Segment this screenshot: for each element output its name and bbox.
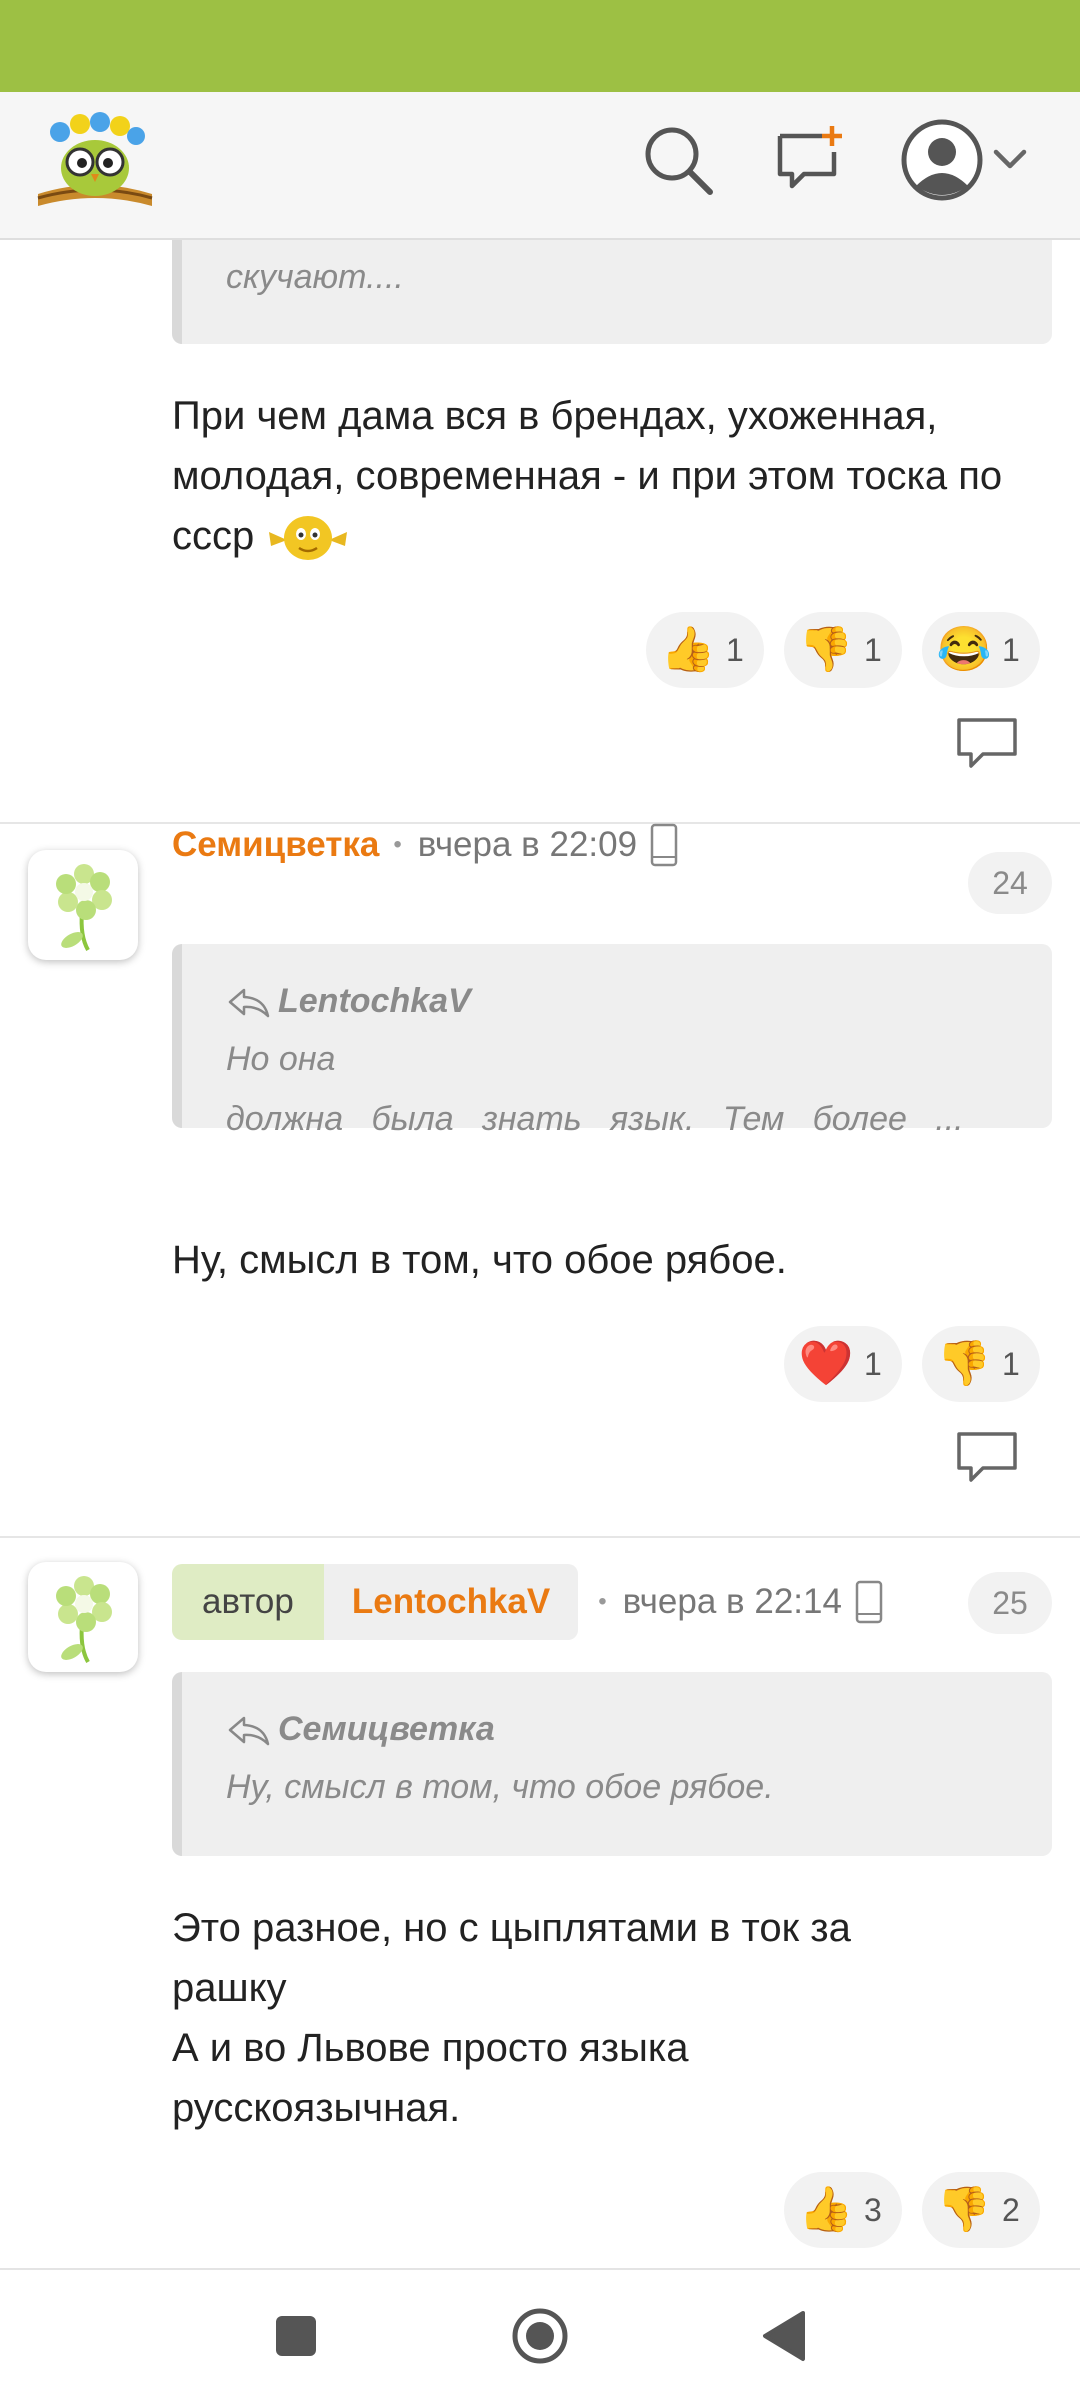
quote-author-name[interactable]: LentochkaV xyxy=(278,982,471,1020)
quote-author-name[interactable]: Семицветка xyxy=(278,1710,495,1748)
comment-number-badge[interactable]: 24 xyxy=(968,852,1052,914)
reaction-like[interactable]: 👍 3 xyxy=(784,2172,902,2248)
quote-block: скучают.... xyxy=(172,240,1052,344)
laughing-face-icon: 😂 xyxy=(936,625,992,674)
avatar[interactable] xyxy=(28,850,138,960)
reaction-heart[interactable]: ❤️ 1 xyxy=(784,1326,902,1402)
reaction-laugh[interactable]: 😂 1 xyxy=(922,612,1040,688)
comment-text-line: А и во Львове просто языка xyxy=(172,2026,689,2070)
reaction-count: 2 xyxy=(1002,2191,1020,2228)
reaction-dislike[interactable]: 👎 2 xyxy=(922,2172,1040,2248)
comment-text-line: Это разное, но с цыплятами в ток за xyxy=(172,1906,851,1950)
divider xyxy=(0,1536,1080,1538)
comment-number-badge[interactable]: 25 xyxy=(968,1572,1052,1634)
comments-feed: скучают.... При чем дама вся в брендах, … xyxy=(0,240,1080,2268)
home-circle-icon[interactable] xyxy=(500,2296,580,2376)
author-label: автор xyxy=(172,1564,324,1640)
timestamp: вчера в 22:14 xyxy=(622,1582,842,1621)
quote-line: Ну, смысл в том, что обое рябое. xyxy=(226,1768,774,1806)
top-bar xyxy=(0,92,1080,240)
reply-arrow-icon xyxy=(226,1714,272,1748)
reaction-dislike[interactable]: 👎 1 xyxy=(784,612,902,688)
user-avatar-icon[interactable] xyxy=(900,118,984,202)
reaction-count: 1 xyxy=(726,631,744,668)
avatar[interactable] xyxy=(28,1562,138,1672)
owl-book-logo[interactable] xyxy=(30,106,160,216)
reaction-count: 1 xyxy=(1002,631,1020,668)
smiley-sticker-icon xyxy=(265,510,351,566)
comment-text: Ну, смысл в том, что обое рябое. xyxy=(172,1238,787,1282)
reaction-count: 1 xyxy=(1002,1345,1020,1382)
quote-author: LentochkaV xyxy=(226,982,471,1021)
mobile-phone-icon xyxy=(649,823,679,867)
separator-dot: • xyxy=(393,831,402,858)
quote-line: должна была знать язык. Тем более ... xyxy=(226,1100,964,1138)
comment-meta: автор LentochkaV • вчера в 22:14 xyxy=(172,1564,884,1640)
quote-line: Но она xyxy=(226,1040,336,1078)
chevron-down-icon[interactable] xyxy=(990,140,1030,180)
comment-text-line: рашку xyxy=(172,1966,287,2010)
status-bar xyxy=(0,0,1080,92)
thumbs-up-icon: 👍 xyxy=(660,625,716,674)
mobile-phone-icon xyxy=(854,1580,884,1624)
author-tag: автор LentochkaV xyxy=(172,1564,579,1640)
reply-comment-icon[interactable] xyxy=(955,716,1019,772)
thumbs-down-icon: 👎 xyxy=(936,2185,992,2234)
square-icon[interactable] xyxy=(256,2296,336,2376)
reply-comment-icon[interactable] xyxy=(955,1430,1019,1486)
reaction-like[interactable]: 👍 1 xyxy=(646,612,764,688)
quote-block: LentochkaV Но она должна была знать язык… xyxy=(172,944,1052,1138)
reply-arrow-icon xyxy=(226,986,272,1020)
username[interactable]: Семицветка xyxy=(172,825,379,865)
separator-dot: • xyxy=(598,1588,607,1615)
reaction-dislike[interactable]: 👎 1 xyxy=(922,1326,1040,1402)
back-triangle-icon[interactable] xyxy=(744,2296,824,2376)
comment-text: Это разное, но с цыплятами в ток за рашк… xyxy=(172,1898,1052,2138)
thumbs-down-icon: 👎 xyxy=(936,1339,992,1388)
comment-meta: Семицветка • вчера в 22:09 xyxy=(172,807,679,883)
new-post-icon[interactable] xyxy=(772,122,848,198)
comment-text-line: русскоязычная. xyxy=(172,2086,461,2130)
reaction-count: 1 xyxy=(864,1345,882,1382)
reaction-count: 3 xyxy=(864,2191,882,2228)
comment-text: При чем дама вся в брендах, ухоженная, м… xyxy=(172,386,1052,566)
username[interactable]: LentochkaV xyxy=(323,1564,579,1640)
reaction-count: 1 xyxy=(864,631,882,668)
quote-text: скучают.... xyxy=(226,258,404,296)
quote-block: Семицветка Ну, смысл в том, что обое ряб… xyxy=(172,1672,1052,1856)
search-icon[interactable] xyxy=(640,122,716,198)
heart-icon: ❤️ xyxy=(798,1339,854,1388)
system-nav-bar xyxy=(0,2268,1080,2400)
thumbs-down-icon: 👎 xyxy=(798,625,854,674)
thumbs-up-icon: 👍 xyxy=(798,2185,854,2234)
timestamp: вчера в 22:09 xyxy=(417,825,638,864)
quote-author: Семицветка xyxy=(226,1710,495,1749)
